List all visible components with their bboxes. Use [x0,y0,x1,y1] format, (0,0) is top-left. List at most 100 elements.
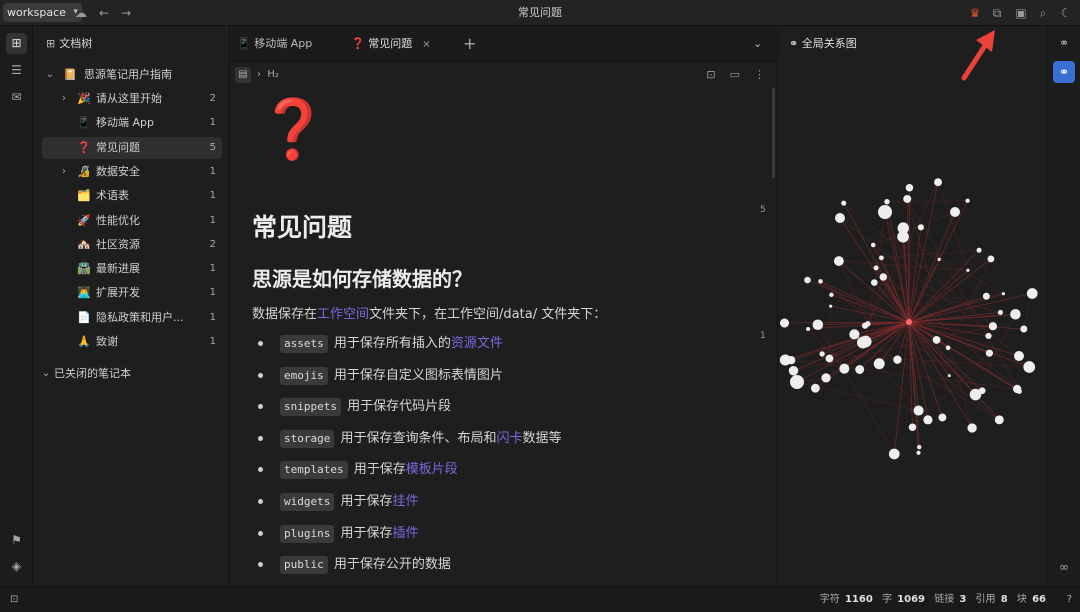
graph-node[interactable] [913,405,924,416]
graph-node[interactable] [833,256,844,266]
closed-notebooks-row[interactable]: ⌄ 已关闭的笔记本 [42,363,222,385]
export-icon[interactable]: ▭ [730,68,740,81]
workspace-button[interactable]: workspace ▾ [3,3,82,22]
graph-node[interactable] [806,326,811,332]
tab-menu-chevron-icon[interactable]: ⌄ [753,26,762,62]
block-ref-count[interactable]: 5 [760,205,766,215]
graph-node[interactable] [985,332,992,340]
block-ref-count[interactable]: 1 [760,331,766,341]
list-item[interactable]: plugins 用于保存插件 [258,523,419,545]
graph-node[interactable] [790,375,804,389]
breadcrumb-heading[interactable]: H₂ [267,69,279,80]
chevron-right-icon[interactable]: › [58,161,70,183]
graph-node[interactable] [819,351,825,357]
graph-node[interactable] [879,255,884,261]
list-item[interactable]: public 用于保存公开的数据 [258,554,451,576]
theme-icon[interactable]: ☾ [1057,4,1075,22]
tree-item[interactable]: 🚀 性能优化 1 [42,210,222,232]
layout-icon[interactable]: ⊡ [10,587,18,612]
sync-off-icon[interactable]: ☁ [72,4,90,22]
tree-item[interactable]: ❓ 常见问题 5 [42,136,222,159]
graph-current-node[interactable] [906,319,912,325]
graph-node[interactable] [870,279,878,286]
graph-node[interactable] [1020,325,1028,333]
graph-node[interactable] [897,222,909,234]
graph-node[interactable] [821,373,831,383]
bookmark-icon[interactable]: ⚑ [6,530,27,551]
graph-node[interactable] [994,415,1004,425]
global-graph-canvas[interactable] [779,62,1045,502]
graph-node[interactable] [985,349,994,357]
graph-node[interactable] [966,268,970,272]
link[interactable]: 闪卡 [497,431,523,446]
graph-node[interactable] [967,423,977,433]
graph-node[interactable] [779,318,790,328]
graph-node[interactable] [870,242,876,248]
graph-node[interactable] [988,322,998,331]
scrollbar[interactable] [772,88,775,178]
graph-node[interactable] [923,415,933,425]
inbox-icon[interactable]: ✉ [6,87,27,108]
graph-node[interactable] [1026,288,1038,299]
backlinks-icon[interactable]: ⚭ [1053,32,1075,54]
list-item[interactable]: templates 用于保存模板片段 [258,459,458,481]
graph-node[interactable] [888,448,900,460]
notebook-row[interactable]: ⌄ 📔 思源笔记用户指南 [42,64,222,86]
link[interactable]: 模板片段 [406,462,458,477]
outline-icon[interactable]: ☰ [6,60,27,81]
new-tab-button[interactable]: + [463,26,476,62]
workspace-link[interactable]: 工作空间 [317,307,369,322]
graph-node[interactable] [855,365,865,374]
graph-node[interactable] [1016,388,1022,394]
graph-node[interactable] [818,279,823,284]
heading-2[interactable]: 思源是如何存储数据的？ [252,263,472,292]
tree-item[interactable]: 📱 移动端 App 1 [42,112,222,134]
tree-item[interactable]: 📄 隐私政策和用户... 1 [42,307,222,329]
graph-node[interactable] [1014,351,1024,361]
tree-item[interactable]: 🙏 致谢 1 [42,331,222,353]
graph-node[interactable] [950,207,960,217]
graph-node[interactable] [934,178,942,187]
close-icon[interactable]: × [422,39,430,50]
graph-node[interactable] [982,292,990,300]
graph-node[interactable] [835,213,845,223]
graph-icon[interactable]: ⚭ [1053,61,1075,83]
graph-node[interactable] [825,354,834,363]
search-icon[interactable]: ⌕ [1034,4,1052,22]
doc-title[interactable]: 常见问题 [252,208,352,244]
graph-node[interactable] [859,335,872,348]
graph-node[interactable] [965,198,970,203]
graph-node[interactable] [917,224,924,231]
graph-node[interactable] [905,184,914,192]
forward-icon[interactable]: → [117,4,135,22]
graph-node[interactable] [812,319,824,331]
chevron-down-icon[interactable]: ⌄ [40,363,52,385]
more-icon[interactable]: ⋮ [754,68,765,81]
graph-node[interactable] [829,292,834,298]
graph-node[interactable] [976,247,982,253]
graph-node[interactable] [884,198,890,205]
tree-item[interactable]: 👨‍💻 扩展开发 1 [42,282,222,304]
graph-node[interactable] [873,358,885,370]
lock-icon[interactable]: ⊡ [706,68,715,81]
graph-node[interactable] [1001,292,1006,296]
chevron-right-icon[interactable]: › [58,88,70,110]
graph-node[interactable] [938,413,947,422]
graph-node[interactable] [788,366,799,376]
graph-node[interactable] [873,265,879,271]
plugin-icon[interactable]: ⧉ [988,4,1006,22]
graph-node[interactable] [839,363,850,374]
graph-node[interactable] [903,194,912,203]
tree-item[interactable]: › 🎉 请从这里开始 2 [42,88,222,110]
back-icon[interactable]: ← [95,4,113,22]
graph-node[interactable] [997,309,1003,316]
list-item[interactable]: assets 用于保存所有插入的资源文件 [258,333,503,355]
terminal-icon[interactable]: ▣ [1012,4,1030,22]
tree-item[interactable]: 🗂️ 术语表 1 [42,185,222,207]
graph-node[interactable] [810,383,820,393]
graph-node[interactable] [878,205,892,219]
graph-node[interactable] [987,255,995,263]
file-tree-icon[interactable]: ⊞ [6,33,27,54]
graph-node[interactable] [893,355,902,364]
help-icon[interactable]: ? [1067,587,1072,612]
